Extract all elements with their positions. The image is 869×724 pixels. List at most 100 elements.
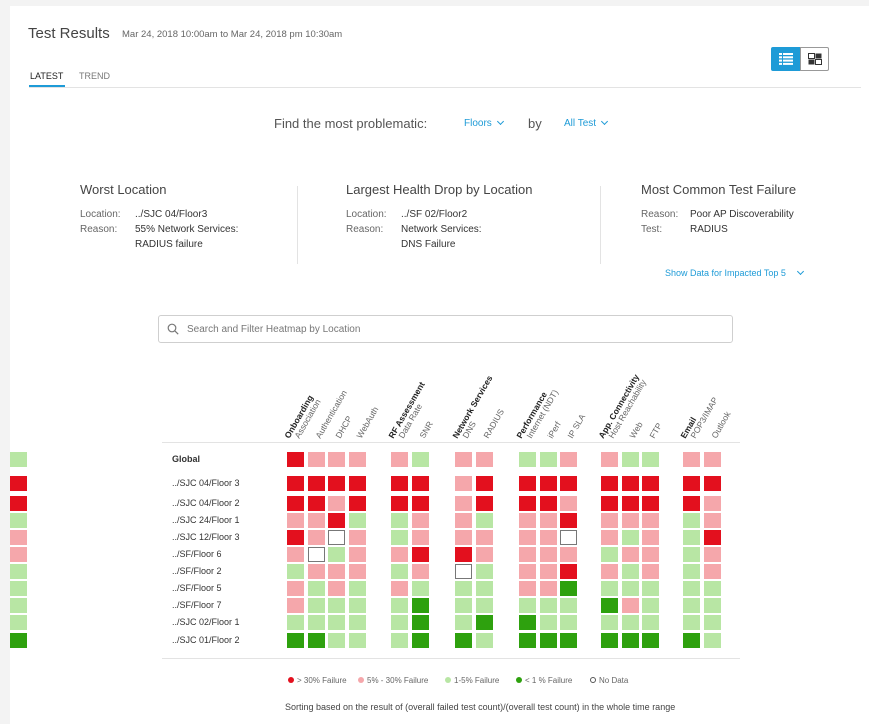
- heatmap-cell[interactable]: [391, 547, 408, 562]
- heatmap-column-header[interactable]: Outlook: [709, 410, 732, 440]
- heatmap-cell[interactable]: [391, 581, 408, 596]
- heatmap-cell[interactable]: [621, 513, 639, 528]
- heatmap-cell[interactable]: [703, 513, 721, 528]
- heatmap-cell[interactable]: [560, 476, 577, 491]
- heatmap-cell[interactable]: [307, 476, 325, 491]
- heatmap-cell[interactable]: [642, 547, 659, 562]
- heatmap-cell[interactable]: [539, 598, 557, 613]
- heatmap-column-header[interactable]: DHCP: [333, 414, 354, 440]
- heatmap-cell[interactable]: [455, 547, 472, 562]
- heatmap-cell[interactable]: [411, 581, 429, 596]
- heatmap-cell[interactable]: [621, 633, 639, 648]
- heatmap-cell[interactable]: [455, 513, 472, 528]
- heatmap-cell[interactable]: [411, 530, 429, 545]
- heatmap-row-label[interactable]: ../SF/Floor 2: [172, 566, 222, 576]
- heatmap-cell[interactable]: [683, 476, 700, 491]
- floors-dropdown[interactable]: Floors: [464, 117, 504, 129]
- heatmap-cell[interactable]: [703, 581, 721, 596]
- heatmap-cell[interactable]: [703, 496, 721, 511]
- heatmap-cell[interactable]: [683, 530, 700, 545]
- heatmap-cell[interactable]: [703, 476, 721, 491]
- heatmap-cell[interactable]: [455, 581, 472, 596]
- heatmap-column-header[interactable]: WebAuth: [354, 405, 380, 440]
- heatmap-cell[interactable]: [348, 547, 366, 562]
- heatmap-cell[interactable]: [519, 476, 536, 491]
- heatmap-cell[interactable]: [642, 513, 659, 528]
- heatmap-cell[interactable]: [328, 452, 345, 467]
- heatmap-cell[interactable]: [642, 530, 659, 545]
- heatmap-cell[interactable]: [621, 564, 639, 579]
- heatmap-cell[interactable]: [683, 452, 700, 467]
- heatmap-cell[interactable]: [683, 513, 700, 528]
- heatmap-cell[interactable]: [703, 452, 721, 467]
- heatmap-cell[interactable]: [642, 564, 659, 579]
- heatmap-cell[interactable]: [10, 513, 27, 528]
- heatmap-cell[interactable]: [539, 496, 557, 511]
- show-impacted-top5-link[interactable]: Show Data for Impacted Top 5: [665, 267, 804, 278]
- heatmap-cell[interactable]: [621, 615, 639, 630]
- heatmap-row-label[interactable]: ../SF/Floor 5: [172, 583, 222, 593]
- heatmap-cell[interactable]: [519, 564, 536, 579]
- heatmap-cell[interactable]: [287, 513, 304, 528]
- heatmap-cell[interactable]: [642, 476, 659, 491]
- heatmap-cell[interactable]: [642, 496, 659, 511]
- heatmap-cell[interactable]: [348, 615, 366, 630]
- heatmap-cell[interactable]: [287, 598, 304, 613]
- heatmap-cell[interactable]: [539, 452, 557, 467]
- heatmap-cell[interactable]: [601, 581, 618, 596]
- heatmap-cell[interactable]: [307, 581, 325, 596]
- heatmap-cell[interactable]: [455, 633, 472, 648]
- heatmap-cell[interactable]: [328, 615, 345, 630]
- heatmap-cell[interactable]: [642, 615, 659, 630]
- heatmap-cell[interactable]: [683, 547, 700, 562]
- heatmap-cell[interactable]: [560, 452, 577, 467]
- heatmap-cell[interactable]: [475, 476, 493, 491]
- heatmap-cell[interactable]: [287, 452, 304, 467]
- heatmap-cell[interactable]: [287, 496, 304, 511]
- heatmap-cell[interactable]: [683, 598, 700, 613]
- heatmap-cell[interactable]: [307, 513, 325, 528]
- heatmap-cell[interactable]: [348, 564, 366, 579]
- heatmap-cell[interactable]: [455, 564, 472, 579]
- heatmap-cell[interactable]: [539, 476, 557, 491]
- heatmap-cell[interactable]: [475, 564, 493, 579]
- heatmap-cell[interactable]: [411, 615, 429, 630]
- heatmap-cell[interactable]: [475, 581, 493, 596]
- heatmap-cell[interactable]: [601, 476, 618, 491]
- heatmap-cell[interactable]: [539, 564, 557, 579]
- heatmap-cell[interactable]: [475, 496, 493, 511]
- heatmap-cell[interactable]: [519, 513, 536, 528]
- heatmap-cell[interactable]: [287, 615, 304, 630]
- heatmap-column-header[interactable]: iPerf: [545, 420, 562, 440]
- heatmap-cell[interactable]: [328, 581, 345, 596]
- heatmap-cell[interactable]: [539, 530, 557, 545]
- heatmap-cell[interactable]: [560, 564, 577, 579]
- heatmap-cell[interactable]: [307, 452, 325, 467]
- heatmap-cell[interactable]: [307, 547, 325, 562]
- tab-trend[interactable]: TREND: [79, 71, 110, 81]
- heatmap-cell[interactable]: [348, 476, 366, 491]
- heatmap-cell[interactable]: [475, 547, 493, 562]
- heatmap-cell[interactable]: [307, 633, 325, 648]
- heatmap-cell[interactable]: [703, 564, 721, 579]
- heatmap-cell[interactable]: [621, 496, 639, 511]
- heatmap-cell[interactable]: [10, 633, 27, 648]
- heatmap-cell[interactable]: [307, 615, 325, 630]
- heatmap-cell[interactable]: [601, 496, 618, 511]
- heatmap-cell[interactable]: [475, 452, 493, 467]
- heatmap-cell[interactable]: [683, 496, 700, 511]
- heatmap-column-header[interactable]: FTP: [647, 421, 664, 440]
- heatmap-cell[interactable]: [10, 496, 27, 511]
- heatmap-cell[interactable]: [391, 476, 408, 491]
- heatmap-cell[interactable]: [621, 581, 639, 596]
- heatmap-cell[interactable]: [621, 530, 639, 545]
- heatmap-cell[interactable]: [411, 496, 429, 511]
- heatmap-cell[interactable]: [475, 530, 493, 545]
- heatmap-cell[interactable]: [287, 581, 304, 596]
- heatmap-cell[interactable]: [519, 581, 536, 596]
- heatmap-cell[interactable]: [328, 513, 345, 528]
- heatmap-cell[interactable]: [703, 547, 721, 562]
- heatmap-cell[interactable]: [703, 530, 721, 545]
- heatmap-cell[interactable]: [703, 615, 721, 630]
- heatmap-cell[interactable]: [10, 530, 27, 545]
